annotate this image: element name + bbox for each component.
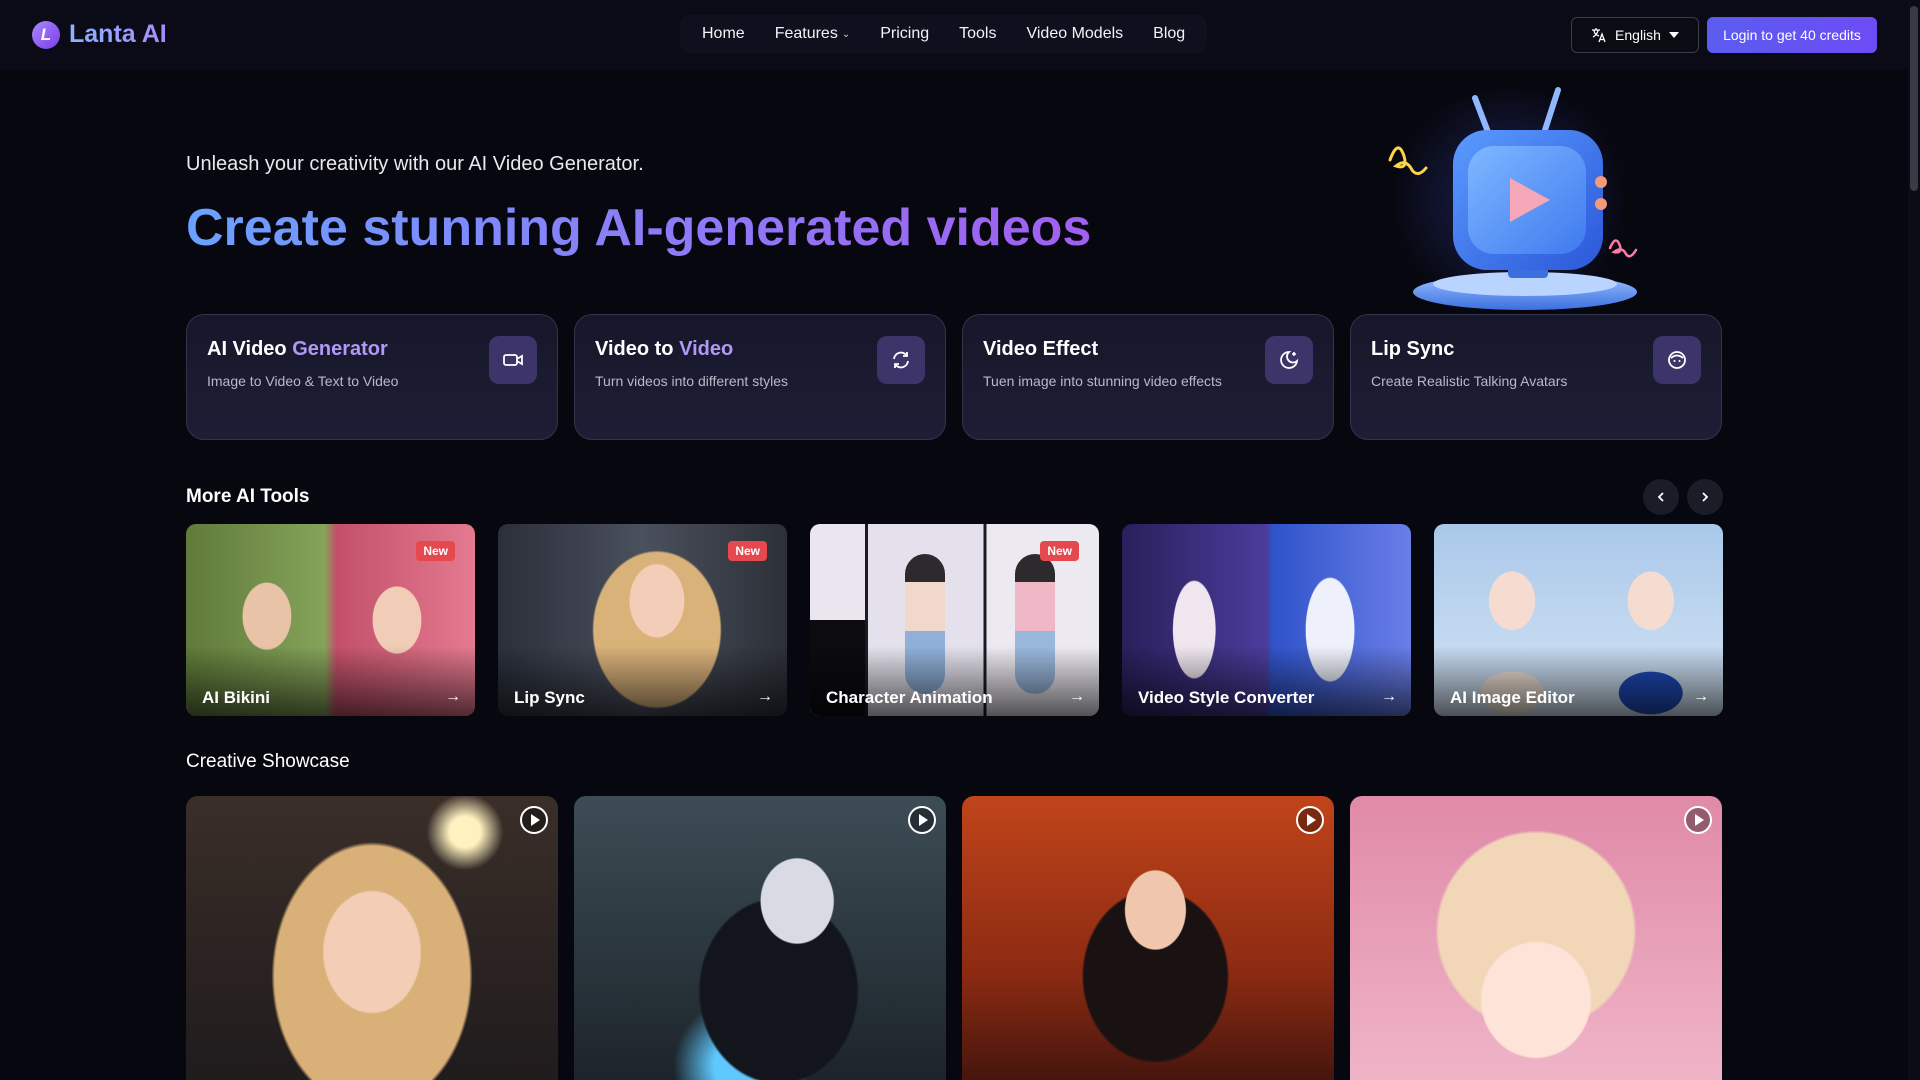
- arrow-right-icon: →: [1381, 688, 1397, 705]
- showcase-item-warrior-android[interactable]: [574, 796, 946, 1080]
- scrollbar-thumb[interactable]: [1910, 6, 1918, 191]
- refresh-icon: [877, 336, 925, 384]
- showcase-thumbnail: [186, 796, 558, 1080]
- nav-home-label: Home: [702, 25, 745, 42]
- nav-home[interactable]: Home: [690, 17, 757, 51]
- feature-card-ai-video-generator[interactable]: AI Video Generator Image to Video & Text…: [186, 314, 558, 440]
- language-label: English: [1615, 27, 1661, 43]
- showcase-item-singer-portrait[interactable]: [186, 796, 558, 1080]
- nav-video-models-label: Video Models: [1026, 25, 1124, 42]
- feature-desc: Tuen image into stunning video effects: [983, 373, 1222, 389]
- tool-label: Character Animation: [826, 688, 993, 707]
- arrow-right-icon: →: [757, 688, 773, 705]
- logo[interactable]: L Lanta AI: [32, 20, 167, 49]
- chevron-left-icon: [1657, 492, 1664, 502]
- play-icon[interactable]: [520, 806, 548, 834]
- feature-card-video-effect[interactable]: Video Effect Tuen image into stunning vi…: [962, 314, 1334, 440]
- tool-label: Video Style Converter: [1138, 688, 1315, 707]
- chevron-right-icon: [1702, 492, 1709, 502]
- feature-desc: Create Realistic Talking Avatars: [1371, 373, 1568, 389]
- tool-card-lip-sync[interactable]: New Lip Sync →: [498, 524, 787, 716]
- tool-card-ai-bikini[interactable]: New AI Bikini →: [186, 524, 475, 716]
- hero-subtitle: Unleash your creativity with our AI Vide…: [186, 153, 644, 175]
- play-icon[interactable]: [1684, 806, 1712, 834]
- feature-card-lip-sync[interactable]: Lip Sync Create Realistic Talking Avatar…: [1350, 314, 1722, 440]
- showcase-item-anime-girl[interactable]: [1350, 796, 1722, 1080]
- login-button[interactable]: Login to get 40 credits: [1707, 17, 1877, 53]
- nav-tools[interactable]: Tools: [947, 17, 1008, 51]
- feature-title: AI Video Generator: [207, 338, 388, 360]
- caret-down-icon: [1668, 32, 1679, 38]
- tool-card-character-animation[interactable]: New Character Animation →: [810, 524, 1099, 716]
- tool-label: AI Bikini: [202, 688, 271, 707]
- main-nav: Home Features ⌄ Pricing Tools Video Model…: [680, 15, 1208, 53]
- nav-blog-label: Blog: [1153, 25, 1186, 42]
- nav-video-models[interactable]: Video Models: [1014, 17, 1135, 51]
- translate-icon: [1592, 28, 1606, 43]
- tool-label: Lip Sync: [514, 688, 585, 707]
- nav-features-label: Features: [774, 25, 838, 42]
- nav-blog[interactable]: Blog: [1141, 17, 1197, 51]
- tool-card-video-style-converter[interactable]: Video Style Converter →: [1122, 524, 1411, 716]
- feature-title: Video to Video: [595, 338, 734, 360]
- play-icon[interactable]: [908, 806, 936, 834]
- nav-tools-label: Tools: [959, 25, 997, 42]
- new-badge: New: [1040, 541, 1079, 561]
- logo-text: Lanta AI: [69, 20, 167, 48]
- tool-label: AI Image Editor: [1450, 688, 1575, 707]
- showcase-thumbnail: [1350, 796, 1722, 1080]
- tool-card-ai-image-editor[interactable]: AI Image Editor →: [1434, 524, 1723, 716]
- feature-title: Video Effect: [983, 338, 1099, 360]
- more-tools-title: More AI Tools: [186, 486, 310, 507]
- nav-features[interactable]: Features ⌄: [763, 17, 863, 51]
- tv-play-icon: [1360, 70, 1660, 320]
- carousel-prev-button[interactable]: [1643, 479, 1679, 515]
- carousel-next-button[interactable]: [1687, 479, 1723, 515]
- language-selector[interactable]: English: [1571, 17, 1699, 53]
- showcase-thumbnail: [574, 796, 946, 1080]
- new-badge: New: [728, 541, 767, 561]
- logo-mark-icon: L: [32, 20, 60, 49]
- video-camera-icon: [489, 336, 537, 384]
- feature-title: Lip Sync: [1371, 338, 1455, 360]
- arrow-right-icon: →: [1069, 688, 1085, 705]
- showcase-item-demon-girl[interactable]: [962, 796, 1334, 1080]
- feature-desc: Image to Video & Text to Video: [207, 373, 399, 389]
- showcase-thumbnail: [962, 796, 1334, 1080]
- nav-pricing-label: Pricing: [880, 25, 930, 42]
- hero-title: Create stunning AI-generated videos: [186, 199, 1092, 257]
- magic-moon-icon: [1265, 336, 1313, 384]
- nav-pricing[interactable]: Pricing: [868, 17, 941, 51]
- showcase-title: Creative Showcase: [186, 751, 350, 772]
- arrow-right-icon: →: [1693, 688, 1709, 705]
- new-badge: New: [416, 541, 455, 561]
- feature-desc: Turn videos into different styles: [595, 373, 788, 389]
- top-header: L Lanta AI Home Features ⌄ Pricing Tools …: [0, 0, 1920, 69]
- face-icon: [1653, 336, 1701, 384]
- play-icon[interactable]: [1296, 806, 1324, 834]
- arrow-right-icon: →: [445, 688, 461, 705]
- feature-card-video-to-video[interactable]: Video to Video Turn videos into differen…: [574, 314, 946, 440]
- scrollbar[interactable]: [1908, 0, 1920, 1080]
- chevron-down-icon: ⌄: [841, 28, 851, 40]
